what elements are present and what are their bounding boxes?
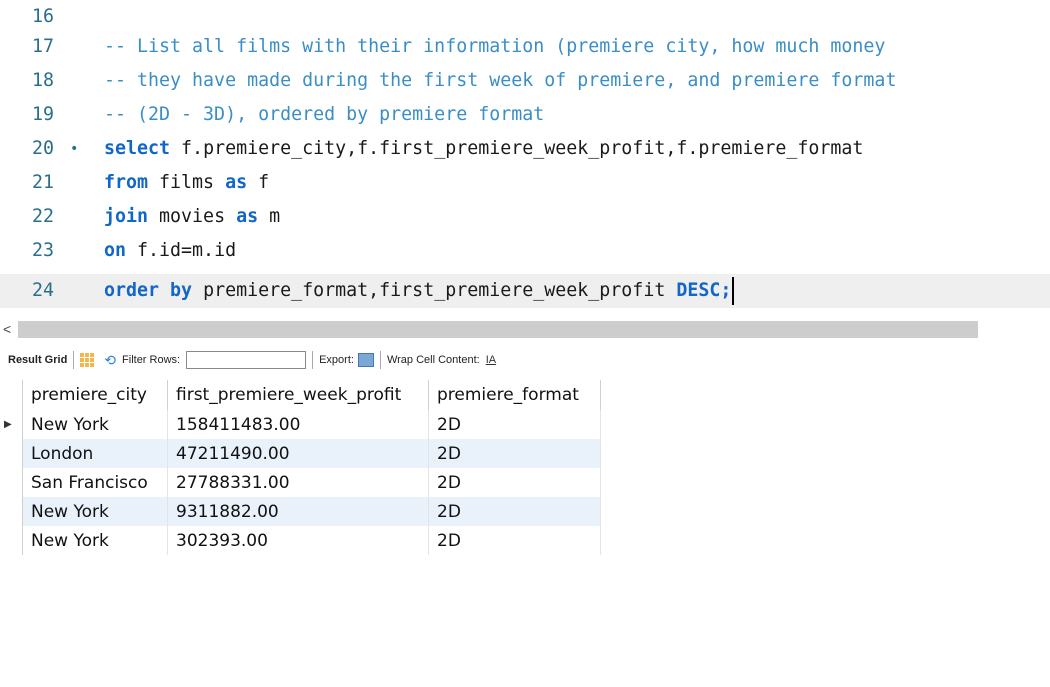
grid-view-icon[interactable] bbox=[80, 353, 95, 367]
line-number: 24 bbox=[32, 280, 55, 301]
cell-first-premiere-week-profit[interactable]: 158411483.00 bbox=[167, 410, 429, 439]
refresh-icon[interactable]: ⟲ bbox=[104, 352, 116, 369]
header-row: premiere_city first_premiere_week_profit… bbox=[0, 380, 601, 410]
cell-premiere-format[interactable]: 2D bbox=[428, 439, 601, 468]
code-text[interactable]: order by premiere_format,first_premiere_… bbox=[104, 274, 735, 308]
code-text[interactable]: -- (2D - 3D), ordered by premiere format bbox=[104, 98, 544, 132]
code-line[interactable]: 17 -- List all films with their informati… bbox=[0, 30, 1050, 64]
wrap-cell-content-label: Wrap Cell Content: bbox=[386, 354, 480, 366]
sql-text: f.premiere_city,f.first_premiere_week_pr… bbox=[170, 138, 864, 159]
toolbar-divider bbox=[312, 351, 314, 369]
code-text[interactable]: join movies as m bbox=[104, 200, 280, 234]
sql-keyword: as bbox=[225, 172, 248, 193]
code-line[interactable]: 21 from films as f bbox=[0, 166, 1050, 200]
sql-text: m bbox=[258, 206, 281, 227]
cell-premiere-format[interactable]: 2D bbox=[428, 468, 601, 497]
export-icon[interactable] bbox=[357, 353, 374, 367]
cell-premiere-city[interactable]: New York bbox=[22, 526, 168, 555]
line-number: 16 bbox=[32, 6, 55, 27]
code-text[interactable]: -- List all films with their information… bbox=[104, 30, 885, 64]
cell-premiere-city[interactable]: San Francisco bbox=[22, 468, 168, 497]
line-number: 23 bbox=[32, 240, 55, 261]
line-number: 19 bbox=[32, 104, 55, 125]
code-line[interactable]: 23 on f.id=m.id bbox=[0, 234, 1050, 268]
sql-comment: -- List all films with their information… bbox=[104, 36, 886, 57]
result-table: premiere_city first_premiere_week_profit… bbox=[0, 380, 601, 555]
cell-premiere-format[interactable]: 2D bbox=[428, 497, 601, 526]
result-toolbar: Result Grid ⟲ Filter Rows: Export: Wrap … bbox=[0, 346, 1050, 374]
column-header-first-premiere-week-profit[interactable]: first_premiere_week_profit bbox=[167, 380, 429, 410]
code-text[interactable]: from films as f bbox=[104, 166, 269, 200]
wrap-cell-content-icon[interactable]: IA bbox=[486, 354, 496, 366]
sql-keyword: on bbox=[104, 240, 127, 261]
line-number: 17 bbox=[32, 36, 55, 57]
cell-premiere-city[interactable]: London bbox=[22, 439, 168, 468]
filter-rows-label: Filter Rows: bbox=[122, 354, 181, 366]
column-header-premiere-city[interactable]: premiere_city bbox=[22, 380, 168, 410]
row-selector-icon[interactable]: ▶ bbox=[0, 410, 23, 439]
statement-marker-icon: • bbox=[70, 141, 79, 157]
sql-text: movies bbox=[148, 206, 237, 227]
line-number: 20 bbox=[32, 138, 55, 159]
export-label: Export: bbox=[319, 354, 354, 366]
row-selector[interactable] bbox=[0, 526, 23, 555]
row-selector[interactable] bbox=[0, 468, 23, 497]
code-line[interactable]: 19 -- (2D - 3D), ordered by premiere form… bbox=[0, 98, 1050, 132]
sql-keyword: order by bbox=[104, 280, 193, 301]
table-row[interactable]: London 47211490.00 2D bbox=[0, 439, 601, 468]
cell-premiere-city[interactable]: New York bbox=[22, 497, 168, 526]
sql-keyword: join bbox=[104, 206, 149, 227]
cell-first-premiere-week-profit[interactable]: 47211490.00 bbox=[167, 439, 429, 468]
scrollbar-thumb[interactable] bbox=[18, 321, 978, 338]
cell-premiere-city[interactable]: New York bbox=[22, 410, 168, 439]
sql-comment: -- they have made during the first week … bbox=[104, 70, 897, 91]
row-selector[interactable] bbox=[0, 439, 23, 468]
sql-text: f.id=m.id bbox=[126, 240, 237, 261]
sql-keyword: as bbox=[236, 206, 259, 227]
code-line[interactable]: 22 join movies as m bbox=[0, 200, 1050, 234]
text-caret bbox=[732, 277, 735, 305]
line-number: 21 bbox=[32, 172, 55, 193]
code-line[interactable]: 20 • select f.premiere_city,f.first_premie… bbox=[0, 132, 1050, 166]
sql-text: premiere_format,first_premiere_week_prof… bbox=[192, 280, 677, 301]
sql-editor[interactable]: 16 17 -- List all films with their informa… bbox=[0, 0, 1050, 318]
result-grid-label: Result Grid bbox=[8, 354, 68, 366]
editor-horizontal-scrollbar[interactable]: < bbox=[0, 320, 1050, 340]
sql-keyword: from bbox=[104, 172, 149, 193]
result-grid: premiere_city first_premiere_week_profit… bbox=[0, 380, 601, 555]
sql-text: f bbox=[247, 172, 270, 193]
code-text[interactable]: -- they have made during the first week … bbox=[104, 64, 896, 98]
sql-keyword: select bbox=[104, 138, 171, 159]
table-row[interactable]: New York 302393.00 2D bbox=[0, 526, 601, 555]
row-selector-header bbox=[0, 380, 23, 410]
row-selector[interactable] bbox=[0, 497, 23, 526]
cell-first-premiere-week-profit[interactable]: 302393.00 bbox=[167, 526, 429, 555]
table-row[interactable]: New York 9311882.00 2D bbox=[0, 497, 601, 526]
toolbar-divider bbox=[73, 351, 75, 369]
code-text[interactable]: select f.premiere_city,f.first_premiere_… bbox=[104, 132, 863, 166]
code-line[interactable]: 24 order by premiere_format,first_premier… bbox=[0, 274, 1050, 308]
line-number: 18 bbox=[32, 70, 55, 91]
table-row[interactable]: San Francisco 27788331.00 2D bbox=[0, 468, 601, 497]
sql-keyword: DESC; bbox=[676, 280, 732, 301]
code-line[interactable]: 18 -- they have made during the first wee… bbox=[0, 64, 1050, 98]
code-line[interactable]: 16 bbox=[0, 0, 1050, 34]
cell-first-premiere-week-profit[interactable]: 27788331.00 bbox=[167, 468, 429, 497]
scroll-left-arrow-icon[interactable]: < bbox=[3, 321, 11, 337]
cell-first-premiere-week-profit[interactable]: 9311882.00 bbox=[167, 497, 429, 526]
cell-premiere-format[interactable]: 2D bbox=[428, 526, 601, 555]
code-text[interactable]: on f.id=m.id bbox=[104, 234, 236, 268]
sql-text: films bbox=[148, 172, 226, 193]
filter-rows-input[interactable] bbox=[186, 351, 307, 369]
toolbar-divider bbox=[379, 351, 381, 369]
cell-premiere-format[interactable]: 2D bbox=[428, 410, 601, 439]
column-header-premiere-format[interactable]: premiere_format bbox=[428, 380, 601, 410]
table-row[interactable]: ▶ New York 158411483.00 2D bbox=[0, 410, 601, 439]
sql-comment: -- (2D - 3D), ordered by premiere format bbox=[104, 104, 545, 125]
line-number: 22 bbox=[32, 206, 55, 227]
